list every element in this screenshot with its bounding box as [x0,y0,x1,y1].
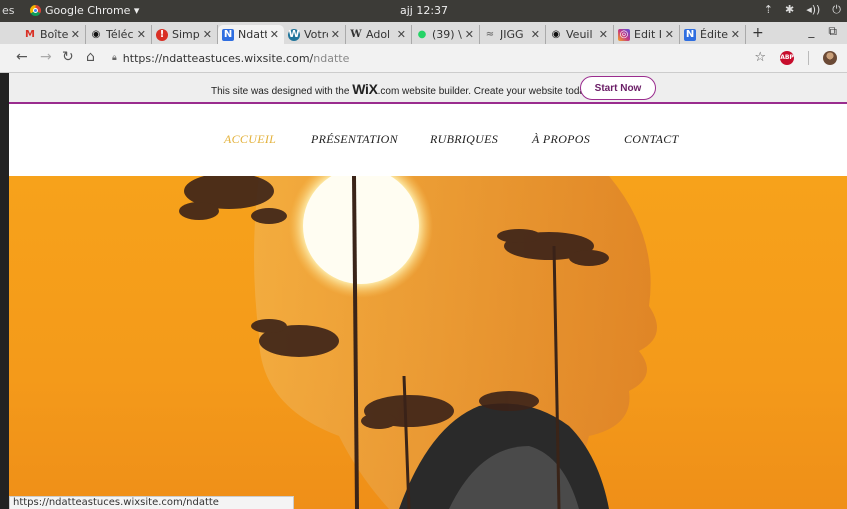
close-icon[interactable]: ✕ [531,28,540,41]
reload-icon[interactable]: ↻ [62,49,74,65]
nav-accueil[interactable]: ACCUEIL [224,132,276,147]
github-icon: ◉ [551,29,561,40]
tab-label: Edit I [634,28,662,41]
gmail-icon: M [25,29,35,40]
tab-label: Édite [700,28,728,41]
simplenote-icon: ! [156,28,168,41]
tab-label: Ndatt [238,28,267,41]
tab-label: Votre [304,28,328,41]
close-icon[interactable]: ✕ [665,28,674,41]
window-controls: _ ⧉ [808,24,837,39]
wix-logo-text[interactable]: WiX [352,81,378,97]
divider [808,50,809,65]
volume-icon[interactable]: ◂)) [806,3,820,17]
nav-presentation[interactable]: PRÉSENTATION [311,132,398,147]
banner-text-end: .com website builder. Create your websit… [377,86,592,97]
tab-strip: M Boîte ✕ ◉ Téléc ✕ ! Simpl ✕ N Ndatt ✕ … [0,22,847,44]
nav-rubriques[interactable]: RUBRIQUES [430,132,498,147]
wix-icon: N [222,28,234,41]
tab-github-2[interactable]: ◉ Veuil ✕ [546,25,614,44]
tab-label: Téléc [106,28,134,41]
wordpress-icon: W [288,28,300,41]
whatsapp-icon: ● [417,29,427,40]
wix-banner-message: This site was designed with the WiX.com … [211,81,592,97]
tab-simplenote[interactable]: ! Simpl ✕ [152,25,218,44]
toolbar-right-icons: ☆ ABP [754,50,837,65]
wix-banner: This site was designed with the WiX.com … [9,73,847,104]
tab-wordpress[interactable]: W Votre ✕ [284,25,346,44]
close-icon[interactable]: ✕ [397,28,406,41]
power-icon[interactable]: ⏻ [832,3,841,17]
tab-label: Simpl [172,28,200,41]
app-menu[interactable]: Google Chrome ▾ [30,4,139,17]
close-icon[interactable]: ✕ [203,28,212,41]
tab-label: (39) \ [432,28,462,41]
activities-label[interactable]: es [2,4,15,17]
home-icon[interactable]: ⌂ [86,49,95,65]
star-icon[interactable]: ☆ [754,50,766,65]
tab-wix-editor[interactable]: N Édite ✕ [680,25,746,44]
clock[interactable]: ajj 12:37 [394,4,454,17]
bluetooth-icon[interactable]: ✱ [785,3,794,17]
jigg-icon: ≈ [485,29,495,40]
url-domain: https://ndatteastuces.wixsite.com/ [122,51,314,65]
back-arrow-icon[interactable]: ← [16,49,28,65]
hero-image [9,176,847,509]
url-path: ndatte [313,51,350,65]
tab-label: Veuil [566,28,593,41]
new-tab-button[interactable]: + [752,25,764,41]
close-icon[interactable]: ✕ [270,28,279,41]
banner-text-start: This site was designed with the [211,86,353,97]
chrome-icon [30,5,41,16]
browser-toolbar: ← → ↻ ⌂ 🔒︎ https://ndatteastuces.wixsite… [0,44,847,73]
wifi-icon[interactable]: ⇡ [764,3,773,17]
tab-label: Adol [366,28,391,41]
forward-arrow-icon[interactable]: → [40,49,52,65]
system-tray[interactable]: ⇡ ✱ ◂)) ⏻ [764,3,841,17]
instagram-icon: ◎ [618,28,630,41]
system-top-bar: es Google Chrome ▾ ajj 12:37 ⇡ ✱ ◂)) ⏻ [0,0,847,22]
site-header [9,104,847,176]
restore-icon[interactable]: ⧉ [828,24,837,39]
tab-label: Boîte [40,28,68,41]
adblock-icon[interactable]: ABP [780,50,794,65]
close-icon[interactable]: ✕ [71,28,80,41]
start-now-button[interactable]: Start Now [580,76,656,100]
tab-gmail[interactable]: M Boîte ✕ [20,25,86,44]
hero-illustration [9,176,847,509]
minimize-icon[interactable]: _ [808,24,814,39]
lock-icon[interactable]: 🔒︎ [112,53,117,63]
wikipedia-icon: W [350,29,362,40]
nav-a-propos[interactable]: À PROPOS [532,132,590,147]
close-icon[interactable]: ✕ [465,28,474,41]
tab-label: JIGG [500,28,524,41]
status-bar-url: https://ndatteastuces.wixsite.com/ndatte [9,496,294,509]
wix-icon: N [684,28,696,41]
close-icon[interactable]: ✕ [599,28,608,41]
close-icon[interactable]: ✕ [731,28,740,41]
tab-wikipedia[interactable]: W Adol ✕ [346,25,412,44]
address-bar[interactable]: 🔒︎ https://ndatteastuces.wixsite.com/nda… [112,48,752,68]
close-icon[interactable]: ✕ [137,28,146,41]
nav-contact[interactable]: CONTACT [624,132,679,147]
tab-jigg[interactable]: ≈ JIGG ✕ [480,25,546,44]
github-icon: ◉ [91,29,101,40]
tab-whatsapp[interactable]: ● (39) \ ✕ [412,25,480,44]
tab-instagram[interactable]: ◎ Edit I ✕ [614,25,680,44]
tab-ndatte-active[interactable]: N Ndatt ✕ [218,25,284,44]
avatar[interactable] [823,50,837,65]
tab-github[interactable]: ◉ Téléc ✕ [86,25,152,44]
app-name: Google Chrome ▾ [45,4,140,17]
left-edge-strip [0,73,9,509]
close-icon[interactable]: ✕ [331,28,340,41]
